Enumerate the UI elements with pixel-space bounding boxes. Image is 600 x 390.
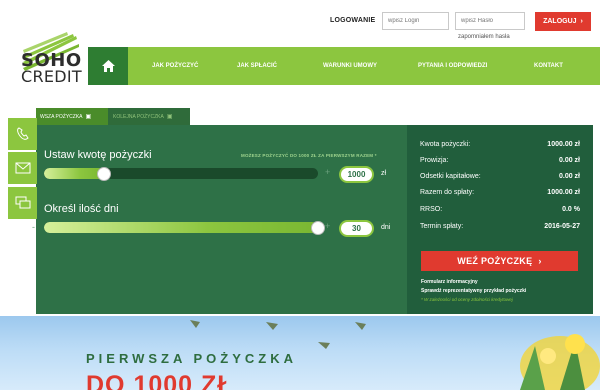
days-title: Określ ilość dni [44, 203, 119, 215]
summary-row: Termin spłaty: 2016-05-27 [420, 223, 580, 235]
summary-label: Razem do spłaty: [420, 189, 475, 196]
amount-plus-button[interactable]: + [325, 167, 330, 177]
days-value-field[interactable]: 30 [339, 220, 374, 237]
chevron-right-icon: › [580, 18, 583, 25]
summary-label: Termin spłaty: [420, 223, 464, 230]
briefcase-icon: ▣ [166, 114, 173, 120]
summary-row: RRSO: 0.0 % [420, 206, 580, 218]
summary-label: Kwota pożyczki: [420, 141, 471, 148]
login-input[interactable] [382, 12, 449, 30]
home-button[interactable] [88, 47, 128, 85]
nav-item-jak-splacic[interactable]: JAK SPŁACIĆ [237, 63, 277, 69]
brand-name: SOHO CREDIT [21, 52, 83, 86]
take-loan-button-label: WEŹ POŻYCZKĘ [457, 256, 533, 266]
banner-subtitle: PIERWSZA POŻYCZKA [86, 351, 298, 366]
amount-note: MOŻESZ POŻYCZYĆ DO 1000 ZŁ ZA PIERWSZYM … [241, 153, 377, 158]
days-minus-button[interactable]: - [32, 222, 35, 232]
summary-panel [407, 125, 593, 314]
home-icon [101, 60, 115, 72]
brand-line-2: CREDIT [21, 67, 83, 86]
days-unit: dni [381, 224, 391, 231]
password-input[interactable] [455, 12, 525, 30]
summary-row: Odsetki kapitałowe: 0.00 zł [420, 173, 580, 185]
summary-row: Razem do spłaty: 1000.00 zł [420, 189, 580, 201]
page: SOHO CREDIT LOGOWANIE zapomniałem hasła … [0, 0, 600, 390]
summary-value: 1000.00 zł [547, 189, 580, 196]
login-label: LOGOWANIE [330, 17, 376, 24]
representative-example-link[interactable]: Sprawdź reprezentatywny przykład pożyczk… [421, 288, 526, 294]
days-slider-handle[interactable] [311, 221, 325, 235]
summary-value: 0.0 % [562, 206, 580, 213]
tab-first-loan[interactable]: WSZA POŻYCZKA ▣ [36, 108, 108, 125]
briefcase-icon: ▣ [85, 114, 92, 120]
credit-note: * W zależności od oceny zdolności kredyt… [421, 297, 513, 302]
amount-value-field[interactable]: 1000 [339, 166, 374, 183]
chat-icon [15, 196, 30, 209]
envelope-icon [15, 162, 30, 174]
summary-label: Odsetki kapitałowe: [420, 173, 481, 180]
summary-value: 0.00 zł [558, 173, 580, 180]
amount-slider-fill [44, 168, 105, 179]
login-button[interactable]: ZALOGUJ › [535, 12, 591, 31]
promo-banner: PIERWSZA POŻYCZKA DO 1000 ZŁ [0, 316, 600, 390]
chevron-right-icon: › [538, 256, 542, 266]
chat-button[interactable] [8, 187, 37, 219]
days-slider-fill [44, 222, 318, 233]
login-button-label: ZALOGUJ [543, 18, 577, 25]
phone-icon [16, 127, 29, 140]
summary-row: Kwota pożyczki: 1000.00 zł [420, 141, 580, 153]
tab-first-loan-label: WSZA POŻYCZKA [40, 113, 83, 120]
summary-value: 1000.00 zł [547, 141, 580, 148]
summary-value: 0.00 zł [558, 157, 580, 164]
tab-next-loan[interactable]: KOLEJNA POŻYCZKA ▣ [108, 108, 190, 125]
nav-item-pytania[interactable]: PYTANIA I ODPOWIEDZI [418, 63, 487, 69]
amount-title: Ustaw kwotę pożyczki [44, 149, 152, 161]
amount-unit: zł [381, 170, 387, 177]
summary-label: RRSO: [420, 206, 443, 213]
nav-item-kontakt[interactable]: KONTAKT [534, 63, 563, 69]
nav-item-warunki-umowy[interactable]: WARUNKI UMOWY [323, 63, 377, 69]
days-plus-button[interactable]: + [325, 221, 330, 231]
banner-headline: DO 1000 ZŁ [86, 371, 234, 390]
summary-row: Prowizja: 0.00 zł [420, 157, 580, 169]
information-form-link[interactable]: Formularz informacyjny [421, 279, 478, 285]
nav-item-jak-pozyczyc[interactable]: JAK POŻYCZYĆ [152, 63, 198, 69]
forgot-password-link[interactable]: zapomniałem hasła [458, 34, 510, 40]
tab-next-loan-label: KOLEJNA POŻYCZKA [113, 113, 164, 120]
days-slider-track[interactable] [44, 222, 318, 233]
email-button[interactable] [8, 152, 37, 184]
phone-button[interactable] [8, 118, 37, 150]
amount-slider-track[interactable] [44, 168, 318, 179]
summary-label: Prowizja: [420, 157, 449, 164]
take-loan-button[interactable]: WEŹ POŻYCZKĘ › [421, 251, 578, 271]
summary-value: 2016-05-27 [544, 223, 580, 230]
